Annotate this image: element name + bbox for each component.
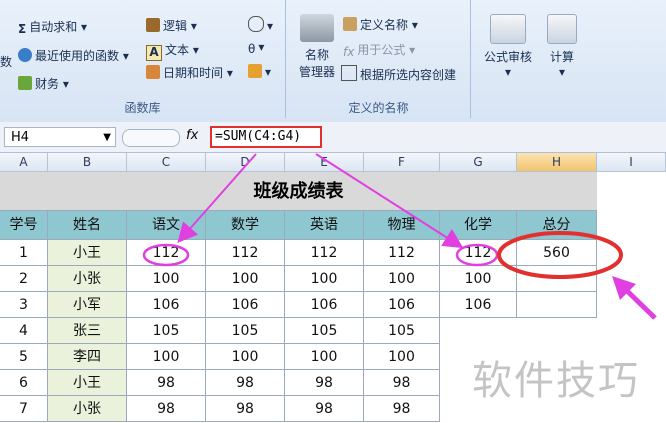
highlight-c4 xyxy=(142,243,190,267)
highlight-g4 xyxy=(455,243,499,267)
arrow-to-g4 xyxy=(315,153,464,249)
arrow-to-c4 xyxy=(177,153,257,243)
annotation-overlay xyxy=(142,153,657,320)
highlight-total xyxy=(497,231,623,279)
